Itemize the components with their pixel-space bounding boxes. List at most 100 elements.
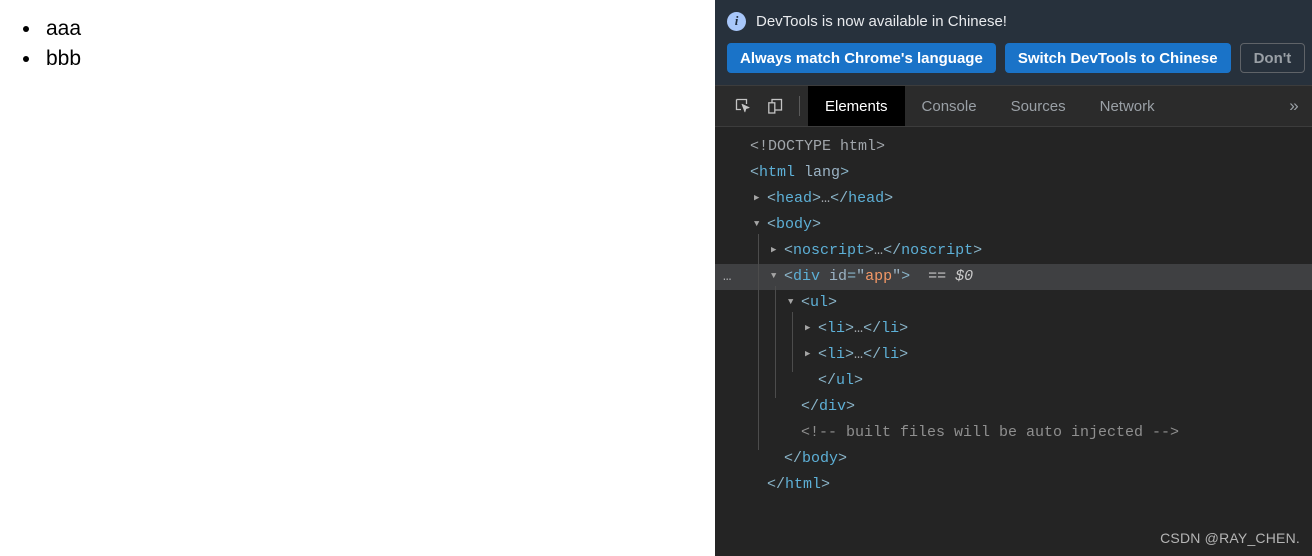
devtools-tab-list: Elements Console Sources Network bbox=[808, 86, 1276, 126]
twisty-collapsed-icon[interactable]: ▶ bbox=[805, 341, 818, 367]
token: body bbox=[776, 216, 813, 233]
token: < bbox=[818, 346, 828, 363]
dom-node-markup: <body> bbox=[767, 212, 821, 238]
dom-node-row[interactable]: </div> bbox=[715, 394, 1312, 420]
token: div bbox=[819, 398, 847, 415]
twisty-placeholder bbox=[737, 159, 750, 185]
token: > bbox=[865, 242, 875, 259]
dom-tree-view[interactable]: <!DOCTYPE html> <html lang> ▶ <head>…</hea… bbox=[715, 127, 1312, 556]
token: > bbox=[812, 216, 822, 233]
list-item: bbb bbox=[42, 44, 715, 74]
tab-network[interactable]: Network bbox=[1083, 86, 1172, 126]
token: < bbox=[767, 216, 777, 233]
dom-node-row[interactable]: ▶ <head>…</head> bbox=[715, 186, 1312, 212]
toolbar-divider bbox=[799, 96, 800, 116]
token: … bbox=[874, 242, 884, 259]
tab-overflow-icon[interactable]: » bbox=[1276, 86, 1312, 126]
twisty-placeholder bbox=[788, 393, 801, 419]
twisty-placeholder bbox=[771, 445, 784, 471]
dom-node-markup: <head>…</head> bbox=[767, 186, 893, 212]
token: li bbox=[881, 320, 900, 337]
token: </ bbox=[863, 346, 882, 363]
infobar-message: DevTools is now available in Chinese! bbox=[756, 12, 1007, 30]
token: li bbox=[881, 346, 900, 363]
twisty-placeholder bbox=[788, 419, 801, 445]
token: noscript bbox=[793, 242, 866, 259]
screenshot-root: aaabbb i DevTools is now available in Ch… bbox=[0, 0, 1312, 556]
tab-console[interactable]: Console bbox=[905, 86, 994, 126]
dom-node-row[interactable]: ▶ <noscript>…</noscript> bbox=[715, 238, 1312, 264]
infobar-button-3[interactable]: Don't bbox=[1239, 43, 1306, 73]
twisty-placeholder bbox=[754, 471, 767, 497]
tab-sources[interactable]: Sources bbox=[994, 86, 1083, 126]
token: </ bbox=[830, 190, 849, 207]
token: = bbox=[847, 268, 857, 285]
dom-node-row[interactable]: <!-- built files will be auto injected -… bbox=[715, 420, 1312, 446]
twisty-placeholder bbox=[805, 367, 818, 393]
node-more-options-icon[interactable]: … bbox=[723, 264, 732, 290]
infobar-button-row: Always match Chrome's language Switch Dev… bbox=[715, 41, 1312, 75]
dom-indent-guide bbox=[792, 312, 793, 372]
twisty-expanded-icon[interactable]: ▼ bbox=[788, 289, 801, 315]
token: == $0 bbox=[928, 268, 974, 285]
dom-node-markup: </body> bbox=[784, 446, 847, 472]
devtools-toolbar: Elements Console Sources Network » bbox=[715, 86, 1312, 127]
token: < bbox=[818, 320, 828, 337]
dom-node-row[interactable]: ▼ <body> bbox=[715, 212, 1312, 238]
page-bullet-list: aaabbb bbox=[0, 0, 715, 74]
dom-indent-guide bbox=[758, 234, 759, 450]
device-toolbar-icon[interactable] bbox=[759, 86, 791, 126]
twisty-collapsed-icon[interactable]: ▶ bbox=[754, 185, 767, 211]
token: > bbox=[821, 476, 831, 493]
token: noscript bbox=[901, 242, 974, 259]
dom-node-markup: <ul> bbox=[801, 290, 837, 316]
token: <!-- built files will be auto injected -… bbox=[801, 424, 1180, 441]
token: </ bbox=[801, 398, 820, 415]
twisty-expanded-icon[interactable]: ▼ bbox=[771, 263, 784, 289]
token: </ bbox=[883, 242, 902, 259]
dom-node-row[interactable]: </body> bbox=[715, 446, 1312, 472]
token: > bbox=[884, 190, 894, 207]
watermark: CSDN @RAY_CHEN. bbox=[1160, 530, 1300, 546]
token: > bbox=[845, 346, 855, 363]
dom-node-markup: </ul> bbox=[818, 368, 863, 394]
inspect-element-icon[interactable] bbox=[727, 86, 759, 126]
dom-node-row[interactable]: ▼ <ul> bbox=[715, 290, 1312, 316]
token: html bbox=[785, 476, 822, 493]
token: > bbox=[812, 190, 822, 207]
token: head bbox=[848, 190, 885, 207]
token: > bbox=[838, 450, 848, 467]
infobar-button-1[interactable]: Always match Chrome's language bbox=[727, 43, 996, 73]
dom-node-markup: <!DOCTYPE html> bbox=[750, 134, 885, 160]
dom-node-row[interactable]: </ul> bbox=[715, 368, 1312, 394]
dom-node-row[interactable]: </html> bbox=[715, 472, 1312, 498]
list-item: aaa bbox=[42, 14, 715, 44]
dom-node-row[interactable]: <html lang> bbox=[715, 160, 1312, 186]
dom-node-row-selected[interactable]: … ▼ <div id="app"> == $0 bbox=[715, 264, 1312, 290]
dom-node-markup: <noscript>…</noscript> bbox=[784, 238, 982, 264]
token: > bbox=[973, 242, 983, 259]
dom-indent-guide bbox=[775, 286, 776, 398]
token: < bbox=[784, 268, 794, 285]
dom-node-row[interactable]: ▶ <li>…</li> bbox=[715, 316, 1312, 342]
twisty-expanded-icon[interactable]: ▼ bbox=[754, 211, 767, 237]
infobar-button-2[interactable]: Switch DevTools to Chinese bbox=[1004, 43, 1231, 73]
token: html bbox=[759, 164, 796, 181]
dom-node-markup: <li>…</li> bbox=[818, 342, 908, 368]
dom-node-row[interactable]: <!DOCTYPE html> bbox=[715, 134, 1312, 160]
token: > bbox=[854, 372, 864, 389]
tab-elements[interactable]: Elements bbox=[808, 86, 905, 126]
twisty-placeholder bbox=[737, 133, 750, 159]
twisty-collapsed-icon[interactable]: ▶ bbox=[805, 315, 818, 341]
token: li bbox=[827, 346, 846, 363]
token: > bbox=[840, 164, 850, 181]
infobar-message-row: i DevTools is now available in Chinese! bbox=[715, 6, 1312, 36]
token: lang bbox=[804, 164, 841, 181]
dom-node-row[interactable]: ▶ <li>…</li> bbox=[715, 342, 1312, 368]
token: < bbox=[784, 242, 794, 259]
twisty-collapsed-icon[interactable]: ▶ bbox=[771, 237, 784, 263]
token: > bbox=[845, 320, 855, 337]
token: body bbox=[802, 450, 839, 467]
